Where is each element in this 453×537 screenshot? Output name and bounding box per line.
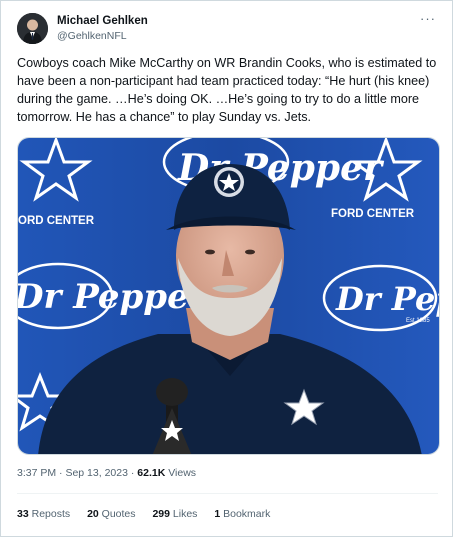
reposts-label: Reposts xyxy=(31,508,71,520)
divider xyxy=(17,493,438,494)
tweet-meta: 3:37 PM · Sep 13, 2023 · 62.1K Views xyxy=(17,467,196,479)
press-conference-photo: ORD CENTER FORD CENTER Dr Pepper Dr Pepp… xyxy=(18,138,440,454)
reposts-count: 33 xyxy=(17,508,29,520)
views-count: 62.1K xyxy=(137,467,166,479)
backdrop-text-left: ORD CENTER xyxy=(18,215,95,227)
tweet-text: Cowboys coach Mike McCarthy on WR Brandi… xyxy=(17,56,437,124)
meta-separator: · xyxy=(130,467,135,479)
quotes-label: Quotes xyxy=(101,508,136,520)
quotes-count: 20 xyxy=(87,508,99,520)
tweet-time[interactable]: 3:37 PM xyxy=(17,467,56,479)
bookmarks-stat[interactable]: 1 Bookmark xyxy=(214,508,270,520)
tweet-media[interactable]: ORD CENTER FORD CENTER Dr Pepper Dr Pepp… xyxy=(17,137,440,455)
tweet-header: Michael Gehlken @GehlkenNFL ··· xyxy=(17,11,438,45)
quotes-stat[interactable]: 20 Quotes xyxy=(87,508,135,520)
svg-text:Dr Pepper: Dr Pepper xyxy=(18,277,209,317)
meta-separator: · xyxy=(59,467,63,479)
author-display-name[interactable]: Michael Gehlken xyxy=(57,14,148,28)
avatar[interactable] xyxy=(17,13,48,44)
tweet-date[interactable]: Sep 13, 2023 xyxy=(65,467,127,479)
tweet-card: Michael Gehlken @GehlkenNFL ··· Cowboys … xyxy=(0,0,453,537)
likes-label: Likes xyxy=(172,508,198,520)
author-handle[interactable]: @GehlkenNFL xyxy=(57,29,148,43)
avatar-image xyxy=(17,13,48,44)
engagement-stats: 33 Reposts 20 Quotes 299 Likes 1 Bookmar… xyxy=(17,508,284,520)
more-horizontal-icon[interactable]: ··· xyxy=(420,11,436,26)
reposts-stat[interactable]: 33 Reposts xyxy=(17,508,70,520)
backdrop-text-right: FORD CENTER xyxy=(331,208,415,220)
svg-text:Est.1885: Est.1885 xyxy=(406,318,430,324)
views-label: Views xyxy=(168,467,197,479)
svg-text:Dr Pepper: Dr Pepper xyxy=(335,280,440,318)
likes-count: 299 xyxy=(152,508,170,520)
likes-stat[interactable]: 299 Likes xyxy=(152,508,197,520)
bookmarks-label: Bookmark xyxy=(223,508,271,520)
author-names: Michael Gehlken @GehlkenNFL xyxy=(57,14,148,43)
bookmarks-count: 1 xyxy=(214,508,221,520)
